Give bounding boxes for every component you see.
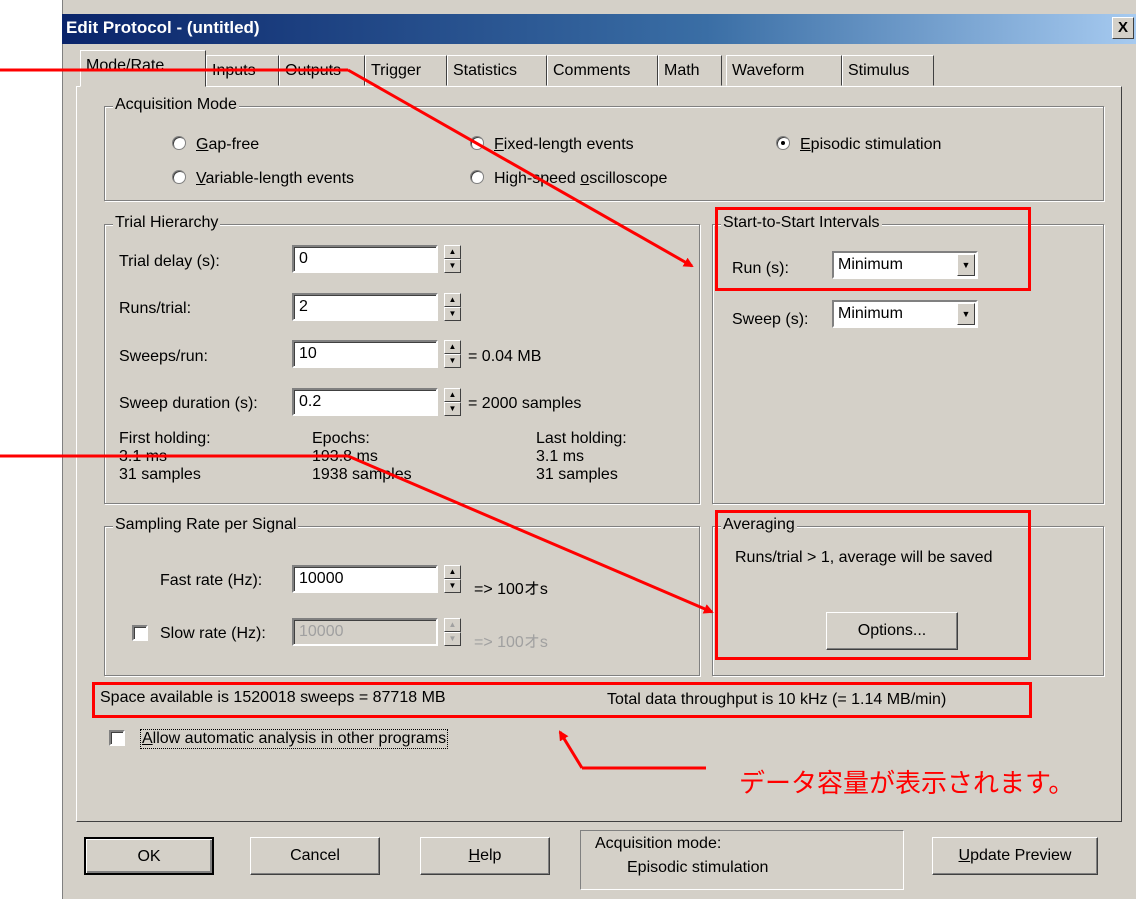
- sweep-duration-spinner[interactable]: ▲ ▼: [444, 388, 461, 416]
- sweeps-run-input[interactable]: 10: [292, 340, 438, 368]
- auto-analysis-label[interactable]: Allow automatic analysis in other progra…: [140, 729, 449, 749]
- radio-episodic-dot-selected[interactable]: [776, 136, 790, 150]
- slow-rate-interval: => 100オs: [474, 634, 548, 651]
- last-holding-samples: 31 samples: [536, 466, 618, 483]
- sweeps-run-spinner[interactable]: ▲ ▼: [444, 340, 461, 368]
- tab-waveform[interactable]: Waveform: [726, 55, 842, 86]
- radio-fixed-length-dot[interactable]: [470, 136, 484, 150]
- epochs-ms: 193.8 ms: [312, 448, 378, 465]
- slow-rate-spinner: ▲ ▼: [444, 618, 461, 646]
- tab-trigger[interactable]: Trigger: [365, 55, 447, 86]
- update-preview-button[interactable]: Update Preview: [932, 837, 1098, 875]
- acquisition-mode-legend: Acquisition Mode: [113, 96, 239, 114]
- radio-gap-free-dot[interactable]: [172, 136, 186, 150]
- runs-trial-input[interactable]: 2: [292, 293, 438, 321]
- radio-high-speed-dot[interactable]: [470, 170, 484, 184]
- cancel-button[interactable]: Cancel: [250, 837, 380, 875]
- trial-delay-input[interactable]: 0: [292, 245, 438, 273]
- tab-mode-rate[interactable]: Mode/Rate: [80, 50, 206, 87]
- fast-rate-spinner[interactable]: ▲ ▼: [444, 565, 461, 593]
- trial-delay-spinner[interactable]: ▲ ▼: [444, 245, 461, 273]
- status-value: Episodic stimulation: [627, 859, 769, 876]
- sweep-interval-label: Sweep (s):: [732, 311, 809, 328]
- epochs-title: Epochs:: [312, 430, 370, 447]
- runs-trial-spinner[interactable]: ▲ ▼: [444, 293, 461, 321]
- trial-delay-label: Trial delay (s):: [119, 253, 220, 270]
- help-button[interactable]: Help: [420, 837, 550, 875]
- first-holding-ms: 3.1 ms: [119, 448, 168, 465]
- sampling-rate-legend: Sampling Rate per Signal: [113, 516, 299, 534]
- acquisition-mode-status: Acquisition mode: Episodic stimulation: [580, 830, 904, 890]
- sweep-duration-label: Sweep duration (s):: [119, 395, 258, 412]
- sweeps-run-label: Sweeps/run:: [119, 348, 208, 365]
- slow-rate-input: 10000: [292, 618, 438, 646]
- tab-inputs[interactable]: Inputs: [206, 55, 279, 86]
- title-bar[interactable]: Edit Protocol - (untitled) X: [62, 14, 1136, 44]
- radio-variable-length[interactable]: Variable-length events: [172, 170, 354, 188]
- radio-episodic-stimulation[interactable]: Episodic stimulation: [776, 136, 941, 154]
- tab-outputs[interactable]: Outputs: [279, 55, 365, 86]
- epochs-samples: 1938 samples: [312, 466, 412, 483]
- tab-math[interactable]: Math: [658, 55, 722, 86]
- annotation-box-intervals: [715, 207, 1031, 291]
- window-title: Edit Protocol - (untitled): [66, 18, 260, 37]
- status-title: Acquisition mode:: [595, 835, 722, 852]
- trial-hierarchy-legend: Trial Hierarchy: [113, 214, 221, 232]
- fast-rate-interval: => 100オs: [474, 581, 548, 598]
- first-holding-samples: 31 samples: [119, 466, 201, 483]
- tab-stimulus[interactable]: Stimulus: [842, 55, 934, 86]
- close-button[interactable]: X: [1112, 17, 1134, 39]
- annotation-box-data-size: [92, 682, 1032, 718]
- first-holding-title: First holding:: [119, 430, 211, 447]
- sweep-interval-select[interactable]: Minimum ▼: [832, 300, 978, 328]
- ok-button[interactable]: OK: [84, 837, 214, 875]
- last-holding-title: Last holding:: [536, 430, 627, 447]
- radio-variable-length-dot[interactable]: [172, 170, 186, 184]
- annotation-text: データ容量が表示されます。: [739, 768, 1075, 798]
- chevron-down-icon[interactable]: ▼: [957, 303, 975, 325]
- auto-analysis-checkbox[interactable]: [109, 730, 125, 746]
- annotation-box-averaging: [715, 510, 1031, 660]
- sweep-duration-samples: = 2000 samples: [468, 395, 582, 412]
- tab-comments[interactable]: Comments: [547, 55, 658, 86]
- fast-rate-input[interactable]: 10000: [292, 565, 438, 593]
- fast-rate-label: Fast rate (Hz):: [160, 572, 263, 589]
- radio-fixed-length[interactable]: Fixed-length events: [470, 136, 634, 154]
- runs-trial-label: Runs/trial:: [119, 300, 192, 317]
- radio-gap-free[interactable]: Gap-free: [172, 136, 259, 154]
- sweeps-run-size: = 0.04 MB: [468, 348, 542, 365]
- sweep-interval-value: Minimum: [838, 305, 903, 322]
- sweep-duration-input[interactable]: 0.2: [292, 388, 438, 416]
- sampling-rate-group: Sampling Rate per Signal: [104, 516, 700, 676]
- radio-high-speed-oscilloscope[interactable]: High-speed oscilloscope: [470, 170, 667, 188]
- slow-rate-checkbox[interactable]: [132, 625, 148, 641]
- tab-statistics[interactable]: Statistics: [447, 55, 547, 86]
- slow-rate-label: Slow rate (Hz):: [160, 625, 266, 642]
- last-holding-ms: 3.1 ms: [536, 448, 585, 465]
